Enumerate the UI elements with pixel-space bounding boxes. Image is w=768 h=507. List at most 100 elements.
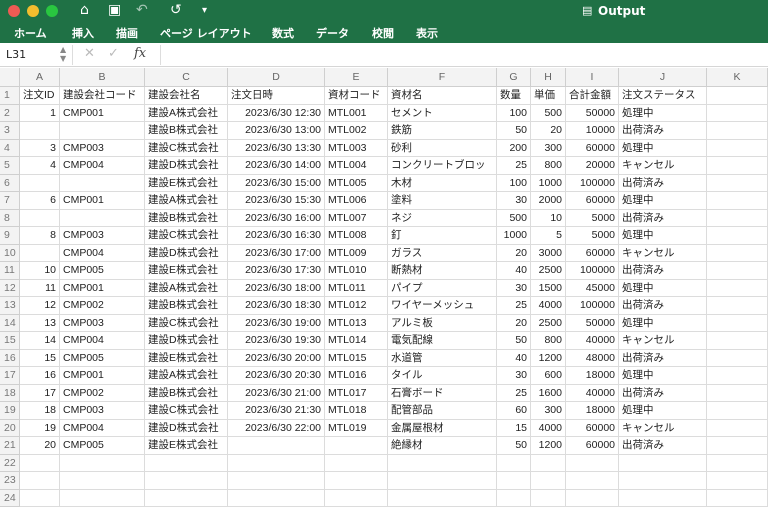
cell-G8[interactable]: 500 [497, 210, 531, 228]
cell-F19[interactable]: 配管部品 [388, 402, 497, 420]
cell-I8[interactable]: 5000 [566, 210, 619, 228]
row-header[interactable]: 6 [0, 175, 20, 193]
cell-A12[interactable]: 11 [20, 280, 60, 298]
cell-F17[interactable]: タイル [388, 367, 497, 385]
cell-A13[interactable]: 12 [20, 297, 60, 315]
cell-C11[interactable]: 建設E株式会社 [145, 262, 228, 280]
cell-K11[interactable] [707, 262, 768, 280]
cell-F8[interactable]: ネジ [388, 210, 497, 228]
cell-C3[interactable]: 建設B株式会社 [145, 122, 228, 140]
cell-I22[interactable] [566, 455, 619, 473]
cell-C17[interactable]: 建設A株式会社 [145, 367, 228, 385]
cell-D22[interactable] [228, 455, 325, 473]
cell-J15[interactable]: キャンセル [619, 332, 707, 350]
cell-F5[interactable]: コンクリートブロッ [388, 157, 497, 175]
cell-B8[interactable] [60, 210, 145, 228]
cell-K13[interactable] [707, 297, 768, 315]
cell-G19[interactable]: 60 [497, 402, 531, 420]
cell-F9[interactable]: 釘 [388, 227, 497, 245]
row-header[interactable]: 16 [0, 350, 20, 368]
cell-C10[interactable]: 建設D株式会社 [145, 245, 228, 263]
row-header[interactable]: 19 [0, 402, 20, 420]
cell-E6[interactable]: MTL005 [325, 175, 388, 193]
cell-J5[interactable]: キャンセル [619, 157, 707, 175]
column-header-F[interactable]: F [388, 68, 497, 87]
cell-I24[interactable] [566, 490, 619, 507]
cell-E2[interactable]: MTL001 [325, 105, 388, 123]
cell-J3[interactable]: 出荷済み [619, 122, 707, 140]
cell-C7[interactable]: 建設A株式会社 [145, 192, 228, 210]
cell-E3[interactable]: MTL002 [325, 122, 388, 140]
cell-D23[interactable] [228, 472, 325, 490]
cell-D10[interactable]: 2023/6/30 17:00 [228, 245, 325, 263]
tab-data[interactable]: データ [316, 25, 349, 41]
cell-C23[interactable] [145, 472, 228, 490]
cell-D2[interactable]: 2023/6/30 12:30 [228, 105, 325, 123]
cell-I16[interactable]: 48000 [566, 350, 619, 368]
cell-J11[interactable]: 出荷済み [619, 262, 707, 280]
cell-H12[interactable]: 1500 [531, 280, 566, 298]
cell-A24[interactable] [20, 490, 60, 507]
cell-I23[interactable] [566, 472, 619, 490]
cell-D1[interactable]: 注文日時 [228, 87, 325, 105]
cell-C15[interactable]: 建設D株式会社 [145, 332, 228, 350]
cell-K4[interactable] [707, 140, 768, 158]
cell-B6[interactable] [60, 175, 145, 193]
cell-H11[interactable]: 2500 [531, 262, 566, 280]
cell-G24[interactable] [497, 490, 531, 507]
tab-page-layout[interactable]: ページ レイアウト [160, 25, 252, 41]
cell-A9[interactable]: 8 [20, 227, 60, 245]
cell-J13[interactable]: 出荷済み [619, 297, 707, 315]
cell-F24[interactable] [388, 490, 497, 507]
cell-C20[interactable]: 建設D株式会社 [145, 420, 228, 438]
cell-J24[interactable] [619, 490, 707, 507]
cell-B2[interactable]: CMP001 [60, 105, 145, 123]
cell-B1[interactable]: 建設会社コード [60, 87, 145, 105]
cell-J19[interactable]: 処理中 [619, 402, 707, 420]
cell-I19[interactable]: 18000 [566, 402, 619, 420]
tab-view[interactable]: 表示 [416, 25, 438, 41]
cell-B4[interactable]: CMP003 [60, 140, 145, 158]
cell-H5[interactable]: 800 [531, 157, 566, 175]
minimize-window-button[interactable] [27, 5, 39, 17]
cell-C1[interactable]: 建設会社名 [145, 87, 228, 105]
cell-H18[interactable]: 1600 [531, 385, 566, 403]
cell-E24[interactable] [325, 490, 388, 507]
cell-I10[interactable]: 60000 [566, 245, 619, 263]
cell-K3[interactable] [707, 122, 768, 140]
cell-H14[interactable]: 2500 [531, 315, 566, 333]
cell-J21[interactable]: 出荷済み [619, 437, 707, 455]
cell-C2[interactable]: 建設A株式会社 [145, 105, 228, 123]
cell-E9[interactable]: MTL008 [325, 227, 388, 245]
cell-I7[interactable]: 60000 [566, 192, 619, 210]
cell-A18[interactable]: 17 [20, 385, 60, 403]
cell-G14[interactable]: 20 [497, 315, 531, 333]
cell-J18[interactable]: 出荷済み [619, 385, 707, 403]
cell-B12[interactable]: CMP001 [60, 280, 145, 298]
cell-A19[interactable]: 18 [20, 402, 60, 420]
cell-G7[interactable]: 30 [497, 192, 531, 210]
name-box-stepper-icon[interactable]: ▲▼ [60, 45, 66, 63]
row-header[interactable]: 15 [0, 332, 20, 350]
cell-F11[interactable]: 断熱材 [388, 262, 497, 280]
cell-C12[interactable]: 建設A株式会社 [145, 280, 228, 298]
redo-icon[interactable]: ↺ [170, 2, 182, 18]
cell-F7[interactable]: 塗料 [388, 192, 497, 210]
cell-A6[interactable] [20, 175, 60, 193]
cell-E11[interactable]: MTL010 [325, 262, 388, 280]
cell-G23[interactable] [497, 472, 531, 490]
cell-D7[interactable]: 2023/6/30 15:30 [228, 192, 325, 210]
cell-B20[interactable]: CMP004 [60, 420, 145, 438]
cell-J17[interactable]: 処理中 [619, 367, 707, 385]
row-header[interactable]: 11 [0, 262, 20, 280]
save-icon[interactable]: ▣ [108, 2, 121, 18]
cell-J20[interactable]: キャンセル [619, 420, 707, 438]
cell-H1[interactable]: 単価 [531, 87, 566, 105]
cell-C13[interactable]: 建設B株式会社 [145, 297, 228, 315]
cell-C6[interactable]: 建設E株式会社 [145, 175, 228, 193]
cell-G3[interactable]: 50 [497, 122, 531, 140]
cell-G1[interactable]: 数量 [497, 87, 531, 105]
cell-I18[interactable]: 40000 [566, 385, 619, 403]
cell-D4[interactable]: 2023/6/30 13:30 [228, 140, 325, 158]
cell-G11[interactable]: 40 [497, 262, 531, 280]
